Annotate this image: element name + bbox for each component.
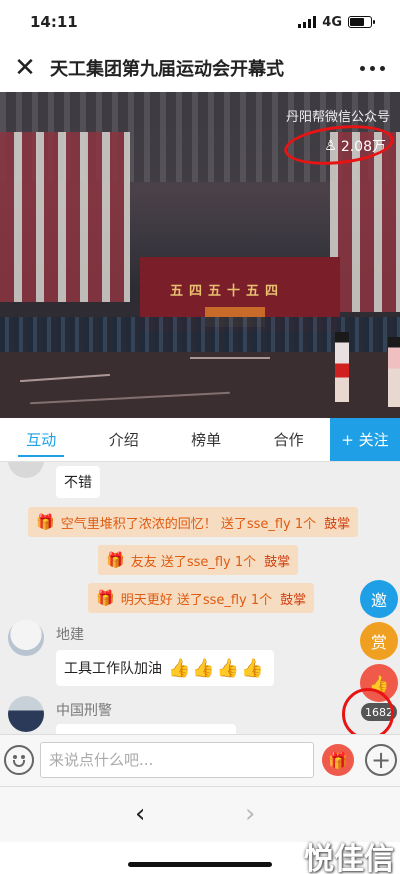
gift-message-text: 明天更好 送了sse_fly 1个 [120,592,273,608]
video-watermark: 丹阳帮微信公众号 [285,110,390,125]
invite-label: 邀 [370,591,387,610]
chat-username: 中国刑警 [56,703,112,719]
avatar[interactable] [8,696,44,732]
invite-button[interactable]: 邀 [360,580,398,618]
more-options-button[interactable] [344,44,400,92]
gift-button[interactable]: 🎁 [322,744,354,776]
battery-icon [348,16,375,28]
back-button[interactable]: ‹ [135,799,145,829]
more-dot-icon [359,65,365,71]
gift-icon: 🎁 [328,750,348,770]
tab-intro[interactable]: 介绍 [82,418,164,461]
avatar[interactable] [8,620,44,656]
plus-icon: + [370,746,392,774]
status-time: 14:11 [30,13,78,31]
chat-message: 工具工作队加油 👍👍👍👍 [56,650,274,686]
track-line [190,357,270,359]
home-indicator[interactable] [128,862,272,867]
gift-action: 鼓掌 [264,554,291,570]
more-actions-button[interactable]: + [365,744,397,776]
chat-username: 地建 [56,627,84,643]
gift-message: 🎁 空气里堆积了浓浓的回忆！ 送了sse_fly 1个 鼓掌 [28,507,359,537]
forward-button[interactable]: › [245,799,255,829]
thumbs-up-icon: 👍👍👍👍 [168,657,266,679]
comment-input[interactable] [40,742,314,778]
avatar[interactable] [8,462,44,478]
follow-button[interactable]: + 关注 [329,418,400,461]
gift-message: 🎁 友友 送了sse_fly 1个 鼓掌 [98,545,299,575]
gift-icon: 🎁 [106,551,125,569]
video-scene-wall-left [0,132,130,302]
gift-message-text: 友友 送了sse_fly 1个 [130,554,257,570]
gift-action: 鼓掌 [324,516,351,532]
signal-icon [298,16,317,28]
close-button[interactable]: ✕ [0,44,50,92]
annotation-circle [342,688,394,740]
gift-action: 鼓掌 [280,592,307,608]
tab-bar: 互动 介绍 榜单 合作 + 关注 [0,418,400,462]
comment-bar: 🎁 + [0,734,400,786]
close-icon: ✕ [14,53,36,83]
reward-button[interactable]: 赏 [360,622,398,660]
video-person [335,332,349,402]
gift-icon: 🎁 [96,589,115,607]
gift-message-text: 空气里堆积了浓浓的回忆！ 送了sse_fly 1个 [60,516,317,532]
chat-message-text: 工具工作队加油 [64,661,162,677]
title-bar: ✕ 天工集团第九届运动会开幕式 [0,44,400,92]
gift-icon: 🎁 [36,513,55,531]
tab-interact[interactable]: 互动 [0,418,82,461]
chat-message-text: 不错 [64,475,92,491]
emoji-button[interactable] [4,745,34,775]
chat-feed[interactable]: 不错 🎁 空气里堆积了浓浓的回忆！ 送了sse_fly 1个 鼓掌 🎁 友友 送… [0,462,400,734]
stage-banner: 五四五十五四 [170,284,285,299]
page-title: 天工集团第九届运动会开幕式 [50,59,284,80]
site-watermark: 悦佳信 [304,842,394,874]
live-video[interactable]: 五四五十五四 丹阳帮微信公众号 ♙ 2.08万 [0,92,400,418]
chat-message: 不错 [56,466,100,498]
gift-message: 🎁 明天更好 送了sse_fly 1个 鼓掌 [88,583,315,613]
tab-ranking[interactable]: 榜单 [165,418,247,461]
network-type: 4G [322,14,342,30]
video-person [388,337,400,407]
emoji-icon [13,760,25,767]
status-indicators: 4G [298,14,375,30]
reward-label: 赏 [370,633,387,652]
status-bar: 14:11 4G [0,0,400,44]
tab-cooperation[interactable]: 合作 [247,418,329,461]
chat-message [56,724,236,734]
